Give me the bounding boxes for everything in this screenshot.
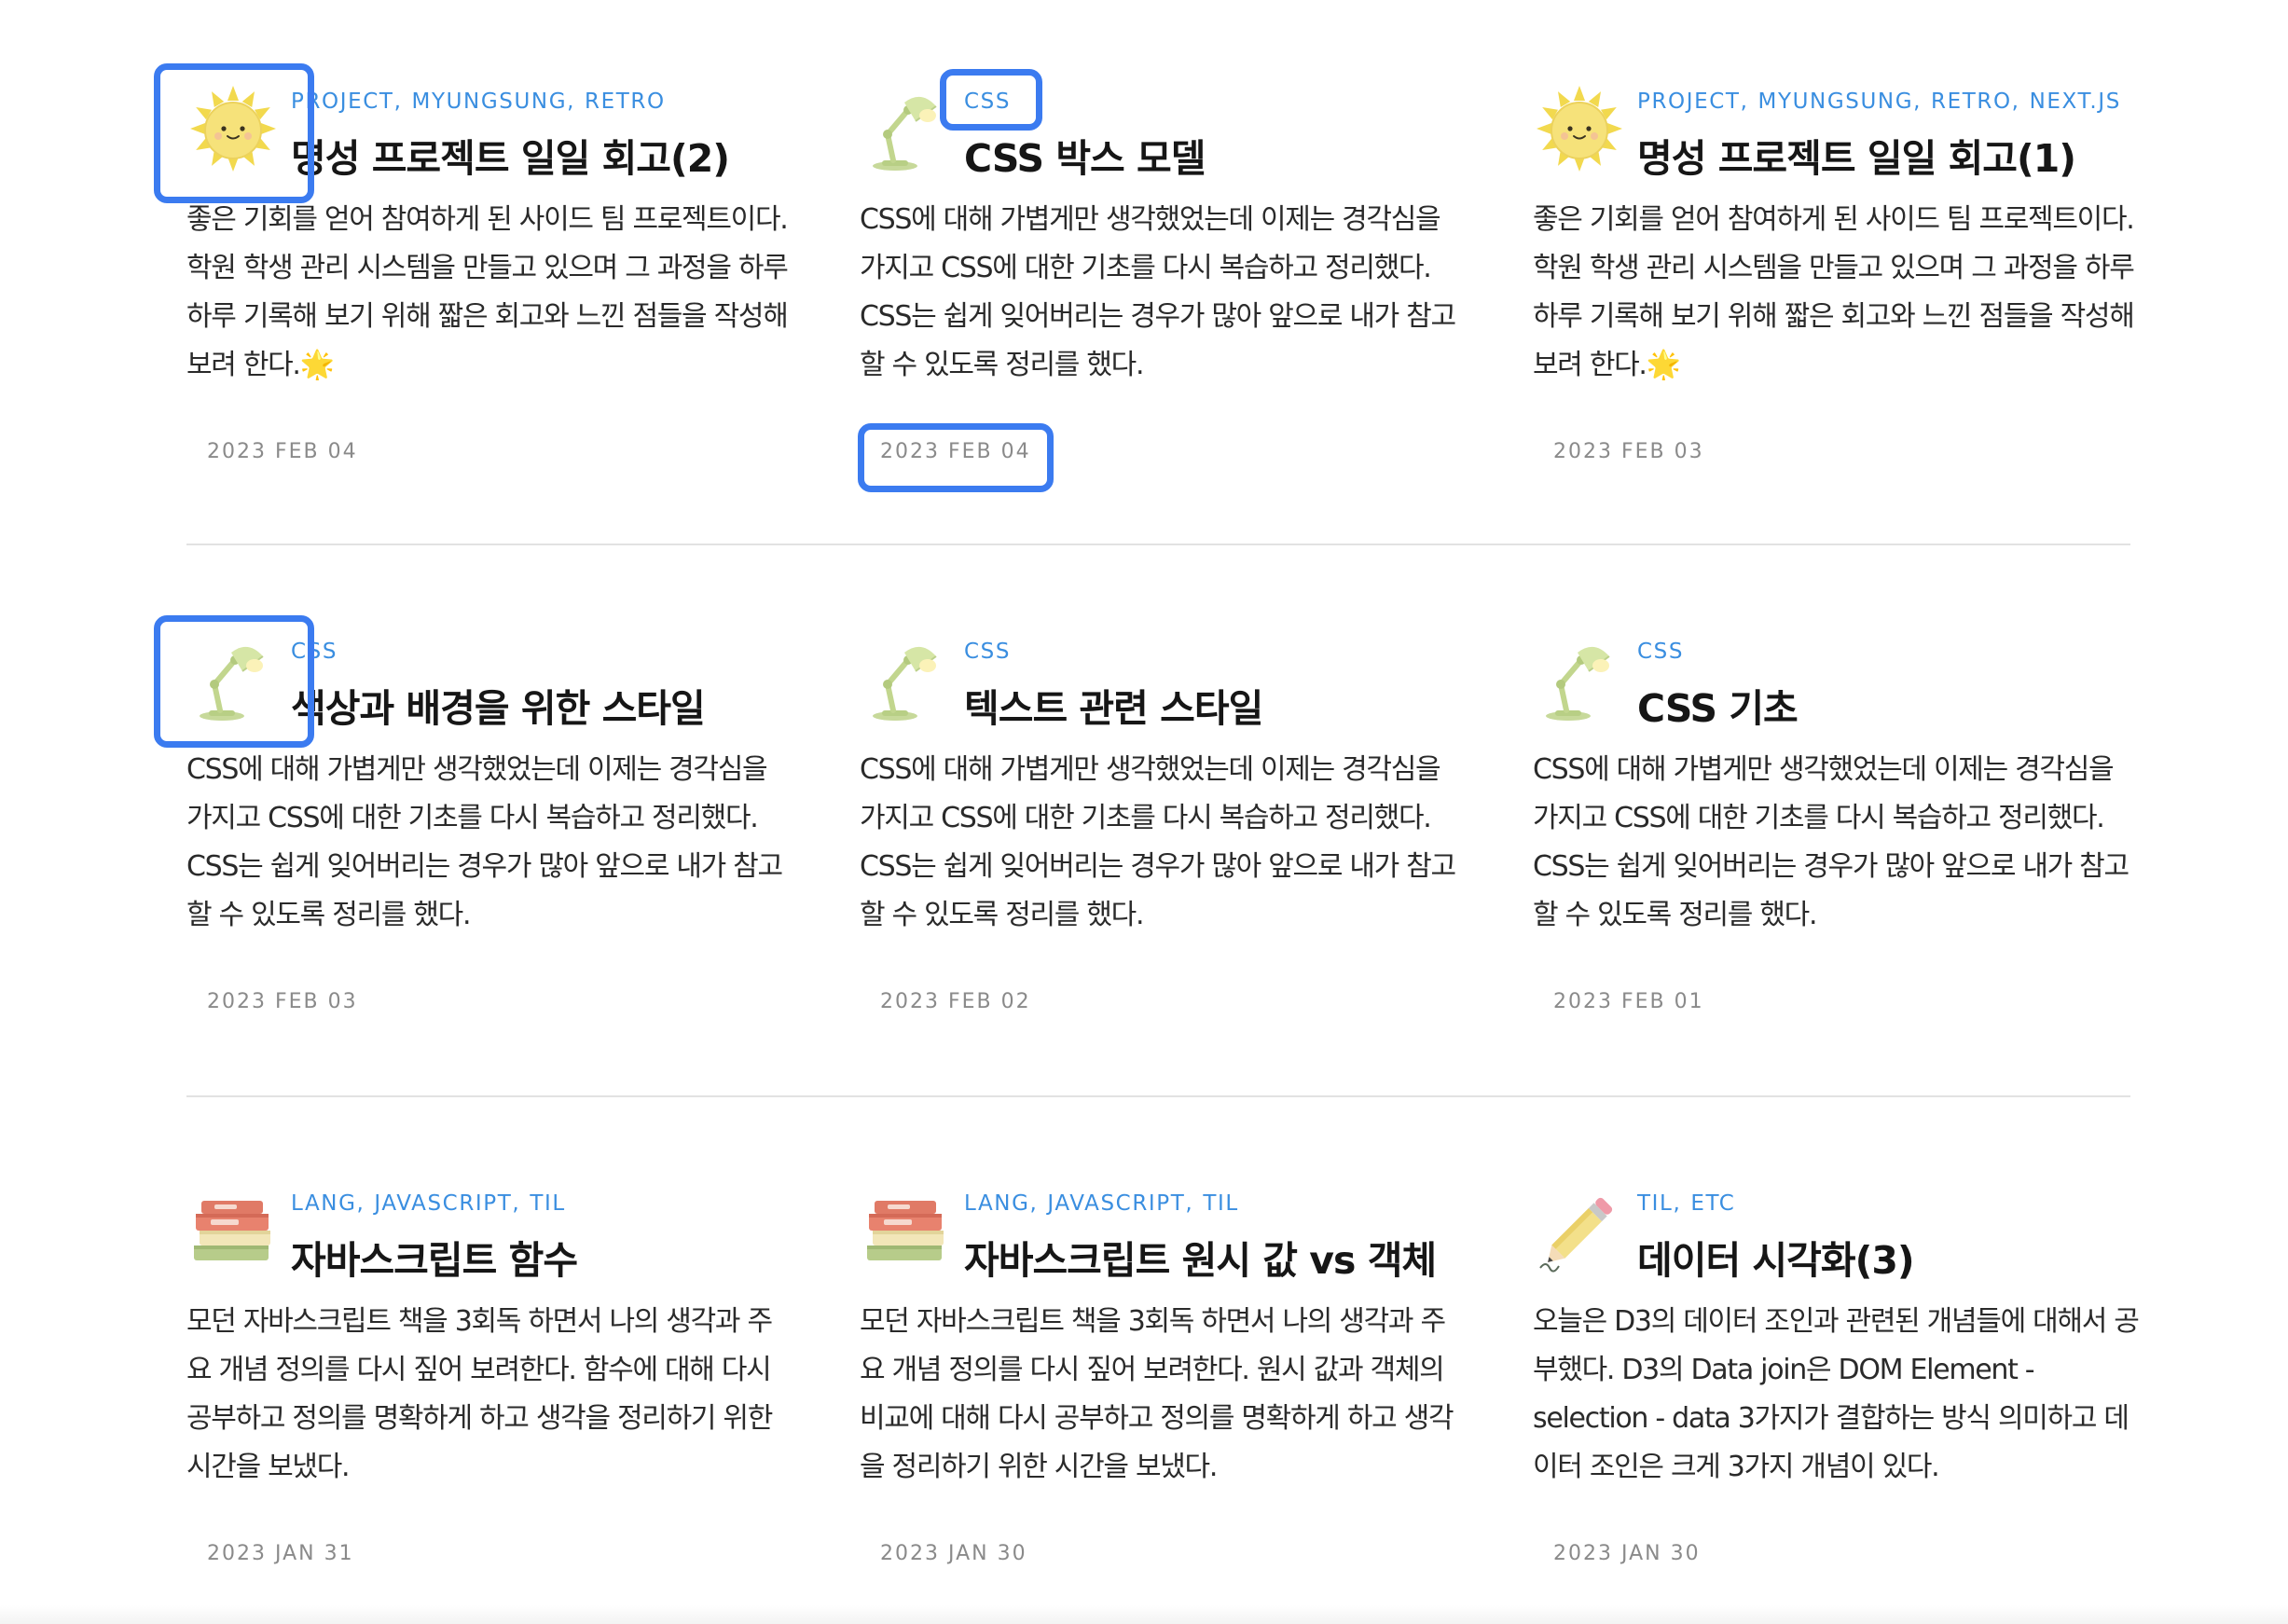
tag-link[interactable]: TIL — [530, 1191, 565, 1216]
post-excerpt: CSS에 대해 가볍게만 생각했었는데 이제는 경각심을 가지고 CSS에 대한… — [860, 203, 1456, 381]
tag-link[interactable]: RETRO, — [1931, 89, 2020, 114]
row-divider — [186, 1095, 2130, 1097]
post-row: CSS 색상과 배경을 위한 스타일 CSS에 대해 가볍게만 생각했었는데 이… — [0, 550, 2288, 1100]
post-tags: LANG, JAVASCRIPT, TIL — [964, 1191, 1248, 1219]
post-date: 2023 FEB 01 — [1553, 990, 1704, 1013]
post-tags: PROJECT, MYUNGSUNG, RETRO, NEXT.JS — [1637, 89, 2130, 117]
tag-link[interactable]: MYUNGSUNG, — [1758, 89, 1923, 114]
row-divider — [186, 544, 2130, 545]
post-title[interactable]: 데이터 시각화(3) — [1637, 1229, 2159, 1285]
post-title[interactable]: 자바스크립트 원시 값 vs 객체 — [964, 1229, 1486, 1285]
post-title[interactable]: 텍스트 관련 스타일 — [964, 677, 1486, 733]
post-card[interactable]: CSS 색상과 배경을 위한 스타일 CSS에 대해 가볍게만 생각했었는데 이… — [186, 550, 802, 1072]
tag-link[interactable]: MYUNGSUNG, — [412, 89, 576, 114]
post-title[interactable]: 색상과 배경을 위한 스타일 — [291, 677, 813, 733]
tag-link[interactable]: LANG, — [964, 1191, 1038, 1216]
post-excerpt: CSS에 대해 가볍게만 생각했었는데 이제는 경각심을 가지고 CSS에 대한… — [1533, 753, 2129, 931]
tag-link[interactable]: CSS — [291, 640, 338, 664]
post-excerpt: 모던 자바스크립트 책을 3회독 하면서 나의 생각과 주요 개념 정의를 다시… — [860, 1305, 1454, 1483]
post-excerpt: 좋은 기회를 얻어 참여하게 된 사이드 팀 프로젝트이다. 학원 학생 관리 … — [186, 203, 789, 381]
desk-lamp-icon — [1533, 632, 1626, 725]
desk-lamp-icon — [186, 632, 280, 725]
post-excerpt: 오늘은 D3의 데이터 조인과 관련된 개념들에 대해서 공부했다. D3의 D… — [1533, 1305, 2139, 1483]
post-card[interactable]: CSS 텍스트 관련 스타일 CSS에 대해 가볍게만 생각했었는데 이제는 경… — [860, 550, 1475, 1072]
post-excerpt: 좋은 기회를 얻어 참여하게 된 사이드 팀 프로젝트이다. 학원 학생 관리 … — [1533, 203, 2135, 381]
tag-link[interactable]: JAVASCRIPT, — [374, 1191, 520, 1216]
post-card[interactable]: LANG, JAVASCRIPT, TIL 자바스크립트 함수 모던 자바스크립트 … — [186, 1102, 802, 1624]
pencil-icon — [1533, 1184, 1626, 1277]
tag-link[interactable]: CSS — [964, 89, 1011, 114]
post-date: 2023 JAN 31 — [207, 1542, 354, 1565]
post-excerpt: CSS에 대해 가볍게만 생각했었는데 이제는 경각심을 가지고 CSS에 대한… — [186, 753, 783, 931]
post-card[interactable]: CSS CSS 박스 모델 CSS에 대해 가볍게만 생각했었는데 이제는 경각… — [860, 0, 1475, 522]
tag-link[interactable]: RETRO — [585, 89, 666, 114]
post-tags: CSS — [1637, 640, 1693, 667]
post-date: 2023 JAN 30 — [880, 1542, 1027, 1565]
post-date: 2023 FEB 03 — [1553, 440, 1704, 463]
post-date: 2023 FEB 04 — [880, 440, 1031, 463]
post-tags: CSS — [291, 640, 347, 667]
post-title[interactable]: CSS 박스 모델 — [964, 127, 1486, 183]
tag-link[interactable]: CSS — [1637, 640, 1684, 664]
post-card[interactable]: LANG, JAVASCRIPT, TIL 자바스크립트 원시 값 vs 객체 모던… — [860, 1102, 1475, 1624]
tag-link[interactable]: PROJECT, — [291, 89, 403, 114]
page-bottom-edge — [0, 1605, 2288, 1624]
sun-icon — [186, 82, 280, 175]
tag-link[interactable]: ETC — [1690, 1191, 1735, 1216]
desk-lamp-icon — [860, 82, 953, 175]
post-card[interactable]: PROJECT, MYUNGSUNG, RETRO, NEXT.JS 명성 프로젝트 … — [1533, 0, 2148, 522]
post-tags: LANG, JAVASCRIPT, TIL — [291, 1191, 575, 1219]
books-icon — [860, 1184, 953, 1277]
post-tags: TIL, ETC — [1637, 1191, 1744, 1219]
tag-link[interactable]: LANG, — [291, 1191, 365, 1216]
post-title[interactable]: CSS 기초 — [1637, 677, 2159, 733]
tag-link[interactable]: TIL — [1203, 1191, 1238, 1216]
post-date: 2023 JAN 30 — [1553, 1542, 1701, 1565]
post-excerpt: 모던 자바스크립트 책을 3회독 하면서 나의 생각과 주요 개념 정의를 다시… — [186, 1305, 773, 1483]
tag-link[interactable]: NEXT.JS — [2030, 89, 2121, 114]
books-icon — [186, 1184, 280, 1277]
tag-link[interactable]: TIL, — [1637, 1191, 1681, 1216]
post-date: 2023 FEB 03 — [207, 990, 358, 1013]
tag-link[interactable]: JAVASCRIPT, — [1047, 1191, 1193, 1216]
post-tags: CSS — [964, 640, 1020, 667]
tag-link[interactable]: PROJECT, — [1637, 89, 1749, 114]
post-tags: PROJECT, MYUNGSUNG, RETRO — [291, 89, 675, 117]
post-card[interactable]: TIL, ETC 데이터 시각화(3) 오늘은 D3의 데이터 조인과 관련된 개… — [1533, 1102, 2148, 1624]
post-card[interactable]: PROJECT, MYUNGSUNG, RETRO 명성 프로젝트 일일 회고(2)… — [186, 0, 802, 522]
sun-icon — [1533, 82, 1626, 175]
post-row: PROJECT, MYUNGSUNG, RETRO 명성 프로젝트 일일 회고(2)… — [0, 0, 2288, 550]
post-tags: CSS — [964, 89, 1020, 117]
post-title[interactable]: 명성 프로젝트 일일 회고(2) — [291, 127, 813, 183]
post-date: 2023 FEB 04 — [207, 440, 358, 463]
tag-link[interactable]: CSS — [964, 640, 1011, 664]
post-row: LANG, JAVASCRIPT, TIL 자바스크립트 함수 모던 자바스크립트 … — [0, 1102, 2288, 1624]
post-title[interactable]: 명성 프로젝트 일일 회고(1) — [1637, 127, 2159, 183]
post-date: 2023 FEB 02 — [880, 990, 1031, 1013]
post-card[interactable]: CSS CSS 기초 CSS에 대해 가볍게만 생각했었는데 이제는 경각심을 … — [1533, 550, 2148, 1072]
desk-lamp-icon — [860, 632, 953, 725]
post-title[interactable]: 자바스크립트 함수 — [291, 1229, 813, 1285]
post-excerpt: CSS에 대해 가볍게만 생각했었는데 이제는 경각심을 가지고 CSS에 대한… — [860, 753, 1456, 931]
post-grid: PROJECT, MYUNGSUNG, RETRO 명성 프로젝트 일일 회고(2)… — [0, 0, 2288, 1624]
